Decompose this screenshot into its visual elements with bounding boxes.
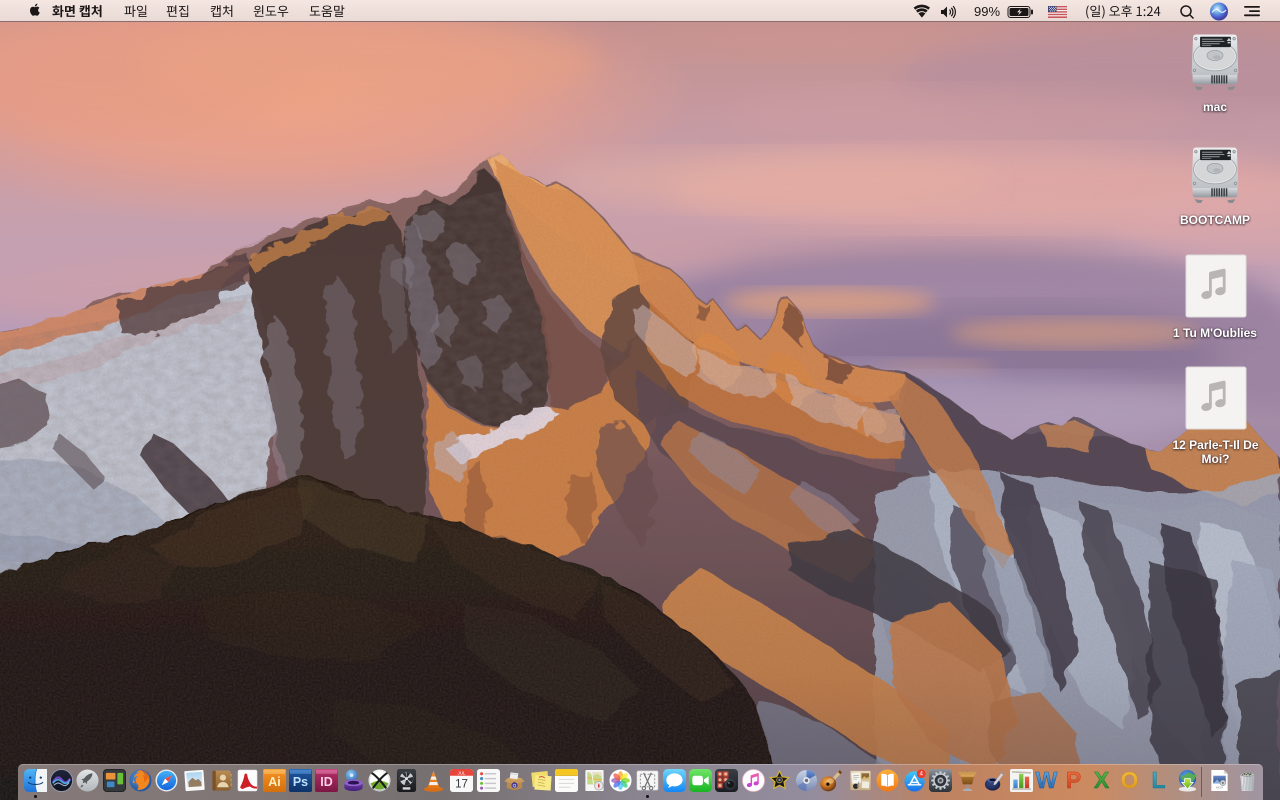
svg-text:P: P: [1065, 769, 1080, 792]
svg-text:17: 17: [455, 779, 468, 791]
svg-text:Ai: Ai: [268, 775, 280, 789]
svg-text:MOV: MOV: [1216, 786, 1224, 790]
svg-text:4: 4: [919, 771, 923, 778]
svg-text:Q: Q: [513, 783, 517, 789]
svg-text:W: W: [1036, 769, 1058, 792]
svg-text:JUL: JUL: [457, 770, 465, 775]
svg-text:Ps: Ps: [293, 775, 308, 789]
svg-text:L: L: [1151, 769, 1165, 792]
svg-text:X: X: [1093, 769, 1109, 792]
svg-text:99%: 99%: [974, 4, 1000, 19]
svg-text:O: O: [1121, 769, 1139, 792]
svg-text:ID: ID: [320, 775, 332, 789]
